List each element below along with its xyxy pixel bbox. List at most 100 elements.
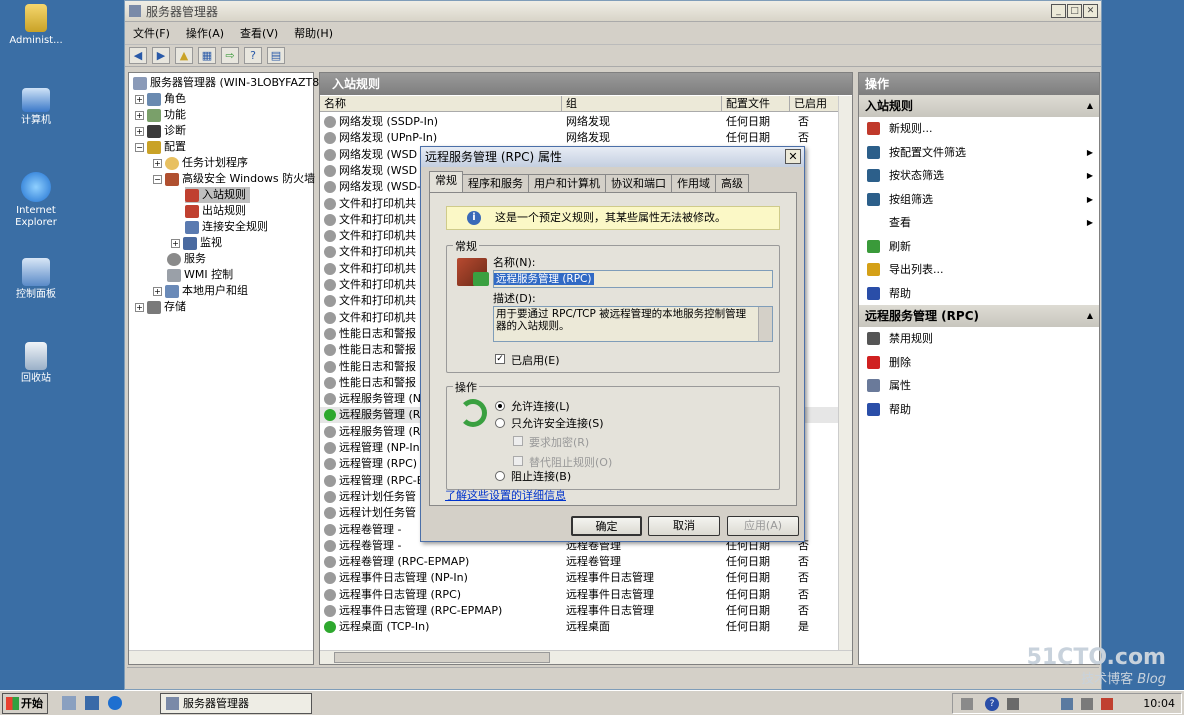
tree-item-services[interactable]: 服务 [167,251,206,267]
desc-scrollbar[interactable] [758,307,772,341]
show-tree-icon[interactable]: ▦ [198,47,216,64]
maximize-button[interactable]: □ [1067,4,1082,18]
learn-more-link[interactable]: 了解这些设置的详细信息 [445,487,566,503]
collapse-icon[interactable]: − [135,142,144,152]
network-icon[interactable] [1061,698,1073,710]
scroll-thumb[interactable] [334,652,550,663]
start-button[interactable]: 开始 [2,693,48,714]
desktop-icon-recycle-bin[interactable]: 回收站 [0,342,76,385]
window-titlebar[interactable]: 服务器管理器 _ □ ✕ [125,1,1101,22]
tree-item-monitoring[interactable]: + 监视 [171,235,222,251]
action-item[interactable]: 帮助 [859,282,1099,306]
tree-horizontal-scrollbar[interactable] [129,650,313,664]
collapse-arrow-icon[interactable]: ▲ [1087,95,1093,117]
action-item[interactable]: 删除 [859,351,1099,375]
show-action-pane-icon[interactable]: ▤ [267,47,285,64]
tab-programs[interactable]: 程序和服务 [462,174,529,192]
actions-section-inbound[interactable]: 入站规则 ▲ [859,95,1099,117]
desktop-icon-admin[interactable]: Administ... [0,4,76,47]
expand-icon[interactable]: + [171,238,180,248]
table-row[interactable]: 远程事件日志管理 (NP-In) 远程事件日志管理 任何日期 否 [320,570,840,586]
desktop-icon-computer[interactable]: 计算机 [0,88,76,127]
menu-action[interactable]: 操作(A) [186,25,224,41]
tab-scope[interactable]: 作用域 [671,174,716,192]
action-item[interactable]: 查看 ▶ [859,211,1099,235]
tab-users[interactable]: 用户和计算机 [528,174,606,192]
tree-item-configuration[interactable]: − 配置 [135,139,186,155]
tree-item-storage[interactable]: + 存储 [135,299,186,315]
expand-icon[interactable]: + [135,126,144,136]
action-item[interactable]: 按配置文件筛选 ▶ [859,141,1099,165]
tree-item-local-users[interactable]: + 本地用户和组 [153,283,248,299]
actions-section-rule[interactable]: 远程服务管理 (RPC) ▲ [859,305,1099,327]
minimize-button[interactable]: _ [1051,4,1066,18]
export-list-icon[interactable]: ⇨ [221,47,239,64]
collapse-icon[interactable]: − [153,174,162,184]
menu-view[interactable]: 查看(V) [240,25,278,41]
table-row[interactable]: 远程桌面 (TCP-In) 远程桌面 任何日期 是 [320,619,840,635]
rules-vertical-scrollbar[interactable] [838,96,852,650]
expand-icon[interactable]: + [135,110,144,120]
dialog-close-button[interactable]: ✕ [785,149,801,164]
action-item[interactable]: 按组筛选 ▶ [859,188,1099,212]
action-item[interactable]: 按状态筛选 ▶ [859,164,1099,188]
column-group[interactable]: 组 [562,96,722,112]
desktop-icon-control-panel[interactable]: 控制面板 [0,258,76,301]
action-item[interactable]: 帮助 [859,398,1099,422]
allow-radio[interactable] [495,401,505,411]
expand-icon[interactable]: + [153,158,162,168]
expand-icon[interactable]: + [153,286,162,296]
action-item[interactable]: 刷新 [859,235,1099,259]
tree-item-inbound-rules[interactable]: 入站规则 [185,187,250,203]
tree-item-outbound-rules[interactable]: 出站规则 [185,203,246,219]
tab-protocols[interactable]: 协议和端口 [605,174,672,192]
up-folder-icon[interactable]: ▲ [175,47,193,64]
apply-button[interactable]: 应用(A) [727,516,799,536]
action-item[interactable]: 导出列表... [859,258,1099,282]
cancel-button[interactable]: 取消 [648,516,720,536]
block-radio[interactable] [495,471,505,481]
column-name[interactable]: 名称 [320,96,562,112]
tab-advanced[interactable]: 高级 [715,174,749,192]
desktop-icon-ie[interactable]: Internet Explorer [0,172,76,229]
tab-general[interactable]: 常规 [429,171,463,192]
back-arrow-icon[interactable]: ◀ [129,47,147,64]
table-row[interactable]: 远程事件日志管理 (RPC-EPMAP) 远程事件日志管理 任何日期 否 [320,603,840,619]
tree-item-connection-security[interactable]: 连接安全规则 [185,219,268,235]
security-icon[interactable] [1101,698,1113,710]
action-item[interactable]: 属性 [859,374,1099,398]
forward-arrow-icon[interactable]: ▶ [152,47,170,64]
collapse-arrow-icon[interactable]: ▲ [1087,305,1093,327]
table-row[interactable]: 网络发现 (SSDP-In) 网络发现 任何日期 否 [320,114,840,130]
ie-quick-icon[interactable] [108,696,122,710]
table-row[interactable]: 远程卷管理 (RPC-EPMAP) 远程卷管理 任何日期 否 [320,554,840,570]
expand-icon[interactable]: + [135,94,144,104]
tree-item-features[interactable]: + 功能 [135,107,186,123]
server-manager-quick-icon[interactable] [85,696,99,710]
help-icon[interactable]: ? [244,47,262,64]
menu-file[interactable]: 文件(F) [133,25,170,41]
require-encryption-checkbox[interactable] [513,436,523,446]
expand-icon[interactable]: + [135,302,144,312]
tree-item-firewall[interactable]: − 高级安全 Windows 防火墙 [153,171,315,187]
ok-button[interactable]: 确定 [571,516,642,536]
tree-item-wmi[interactable]: WMI 控制 [167,267,233,283]
override-block-checkbox[interactable] [513,456,523,466]
menu-help[interactable]: 帮助(H) [294,25,333,41]
column-profile[interactable]: 配置文件 [722,96,790,112]
taskbar-server-manager[interactable]: 服务器管理器 [160,693,312,714]
tree-item-roles[interactable]: + 角色 [135,91,186,107]
tree-item-diagnostics[interactable]: + 诊断 [135,123,186,139]
dialog-title[interactable]: 远程服务管理 (RPC) 属性 [421,147,804,167]
action-item[interactable]: 新规则... [859,117,1099,141]
table-row[interactable]: 远程事件日志管理 (RPC) 远程事件日志管理 任何日期 否 [320,587,840,603]
enabled-checkbox[interactable]: ✓ [495,354,505,364]
table-row[interactable]: 网络发现 (UPnP-In) 网络发现 任何日期 否 [320,130,840,146]
column-enabled[interactable]: 已启用 [790,96,840,112]
action-item[interactable]: 禁用规则 [859,327,1099,351]
tree-item-task-scheduler[interactable]: + 任务计划程序 [153,155,248,171]
show-desktop-icon[interactable] [62,696,76,710]
keyboard-icon[interactable] [1007,698,1019,710]
printer-icon[interactable] [961,698,973,710]
rules-horizontal-scrollbar[interactable] [320,650,852,664]
